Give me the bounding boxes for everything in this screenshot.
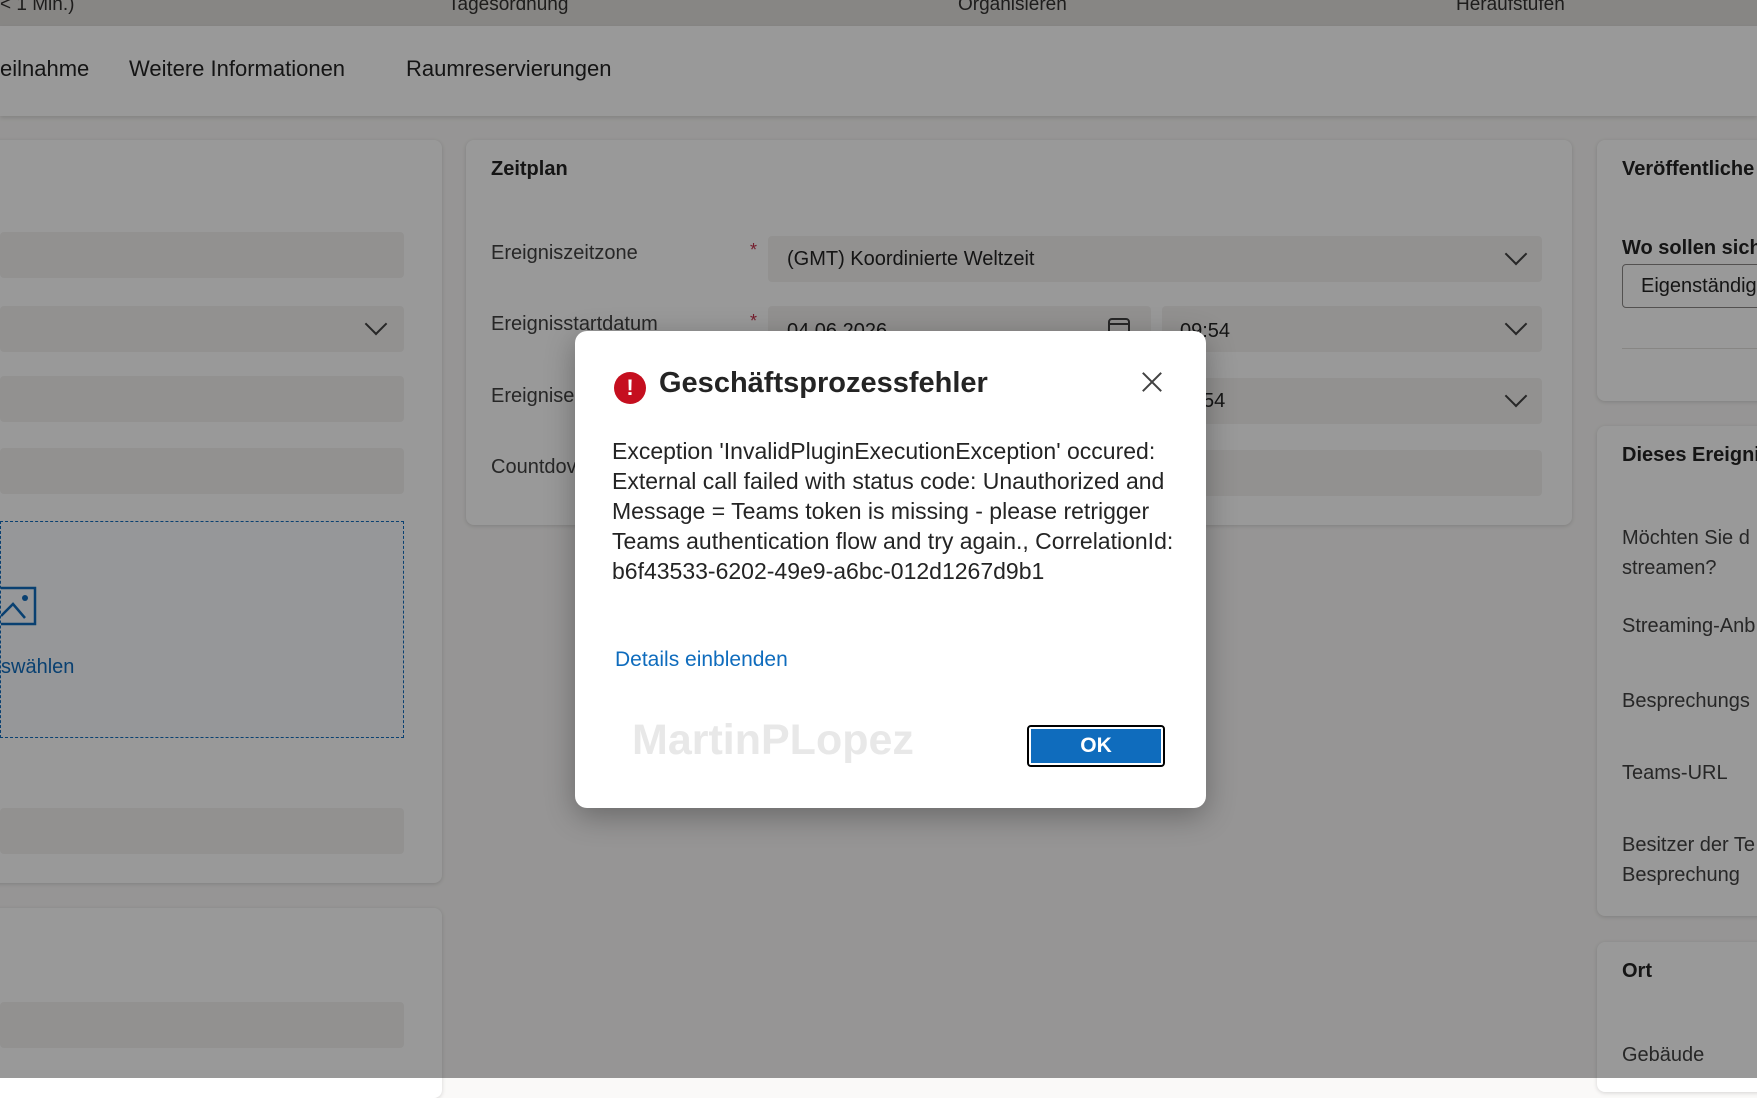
close-icon[interactable] bbox=[1137, 367, 1167, 397]
show-details-link[interactable]: Details einblenden bbox=[615, 648, 788, 672]
error-message: Exception 'InvalidPluginExecutionExcepti… bbox=[612, 438, 1174, 584]
error-dialog: ! Geschäftsprozessfehler Exception 'Inva… bbox=[575, 331, 1206, 808]
dialog-title: Geschäftsprozessfehler bbox=[659, 367, 988, 399]
watermark: MartinPLopez bbox=[632, 716, 914, 764]
ok-button[interactable]: OK bbox=[1027, 725, 1165, 767]
error-icon: ! bbox=[614, 372, 646, 404]
